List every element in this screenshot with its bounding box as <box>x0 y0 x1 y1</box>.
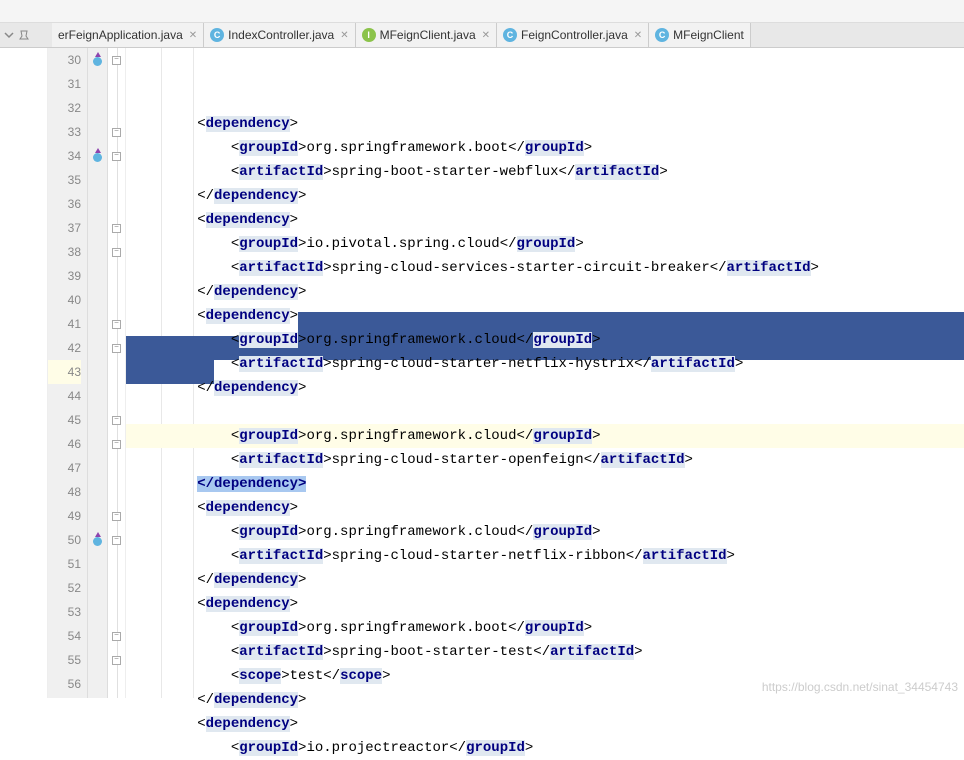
fold-open-icon[interactable]: − <box>112 152 121 161</box>
code-line[interactable]: <dependency> <box>126 112 964 136</box>
code-line[interactable]: </dependency> <box>126 568 964 592</box>
fold-open-icon[interactable]: − <box>112 656 121 665</box>
editor-tabs: erFeignApplication.java ✕ C IndexController… <box>0 23 964 48</box>
editor-tab[interactable]: C FeignController.java ✕ <box>497 23 649 47</box>
tab-label: MFeignClient <box>673 28 744 42</box>
tab-label: erFeignApplication.java <box>58 28 183 42</box>
fold-close-icon[interactable]: − <box>112 416 121 425</box>
fold-close-icon[interactable]: − <box>112 224 121 233</box>
line-number: 32 <box>48 96 81 120</box>
fold-close-icon[interactable]: − <box>112 512 121 521</box>
override-icon[interactable] <box>92 534 104 546</box>
fold-open-icon[interactable]: − <box>112 56 121 65</box>
code-area[interactable]: <dependency> <groupId>org.springframewor… <box>126 48 964 698</box>
line-number: 46 <box>48 432 81 456</box>
code-line[interactable]: </dependency> <box>126 472 964 496</box>
code-line[interactable]: <groupId>org.springframework.cloud</grou… <box>126 424 964 448</box>
line-number: 40 <box>48 288 81 312</box>
line-number: 50 <box>48 528 81 552</box>
line-number: 55 <box>48 648 81 672</box>
tab-label: IndexController.java <box>228 28 334 42</box>
code-line[interactable]: <artifactId>spring-cloud-starter-netflix… <box>126 544 964 568</box>
code-line[interactable]: <dependency> <box>126 712 964 736</box>
tabs-left-controls <box>4 29 52 41</box>
code-line[interactable]: <dependency> <box>126 400 964 424</box>
line-number: 39 <box>48 264 81 288</box>
line-number: 38 <box>48 240 81 264</box>
line-number: 30 <box>48 48 81 72</box>
line-number: 31 <box>48 72 81 96</box>
class-icon: C <box>210 28 224 42</box>
line-number: 37 <box>48 216 81 240</box>
override-icon[interactable] <box>92 54 104 66</box>
line-number: 47 <box>48 456 81 480</box>
editor-tab[interactable]: C MFeignClient <box>649 23 751 47</box>
class-icon: C <box>503 28 517 42</box>
fold-open-icon[interactable]: − <box>112 440 121 449</box>
line-number: 42 <box>48 336 81 360</box>
override-icon[interactable] <box>92 150 104 162</box>
line-number: 33 <box>48 120 81 144</box>
code-line[interactable]: <artifactId>spring-cloud-services-starte… <box>126 256 964 280</box>
line-number: 48 <box>48 480 81 504</box>
editor-area[interactable]: 3031323334353637383940414243444546474849… <box>0 48 964 698</box>
top-toolbar-area <box>0 0 964 23</box>
line-number: 49 <box>48 504 81 528</box>
code-line[interactable]: <groupId>org.springframework.boot</group… <box>126 616 964 640</box>
code-line[interactable]: <groupId>org.springframework.cloud</grou… <box>126 520 964 544</box>
interface-icon: I <box>362 28 376 42</box>
code-line[interactable]: </dependency> <box>126 280 964 304</box>
fold-gutter[interactable]: − − − − − − − − − − − − − <box>108 48 126 698</box>
watermark: https://blog.csdn.net/sinat_34454743 <box>762 680 958 694</box>
code-line[interactable]: <groupId>org.springframework.boot</group… <box>126 136 964 160</box>
pin-icon[interactable] <box>18 29 30 41</box>
code-line[interactable]: </dependency> <box>126 184 964 208</box>
tab-label: MFeignClient.java <box>380 28 476 42</box>
code-line[interactable]: <groupId>org.springframework.cloud</grou… <box>126 328 964 352</box>
code-line[interactable]: <groupId>io.pivotal.spring.cloud</groupI… <box>126 232 964 256</box>
class-icon: C <box>655 28 669 42</box>
code-line[interactable]: <dependency> <box>126 208 964 232</box>
line-number: 51 <box>48 552 81 576</box>
line-number: 52 <box>48 576 81 600</box>
code-line[interactable]: <dependency> <box>126 304 964 328</box>
editor-tab[interactable]: C IndexController.java ✕ <box>204 23 355 47</box>
code-line[interactable]: <dependency> <box>126 592 964 616</box>
line-number: 54 <box>48 624 81 648</box>
icon-gutter <box>88 48 108 698</box>
editor-tab[interactable]: I MFeignClient.java ✕ <box>356 23 497 47</box>
editor-tab[interactable]: erFeignApplication.java ✕ <box>52 23 204 47</box>
code-line[interactable]: </dependency> <box>126 376 964 400</box>
line-number-gutter: 3031323334353637383940414243444546474849… <box>48 48 88 698</box>
fold-close-icon[interactable]: − <box>112 128 121 137</box>
close-icon[interactable]: ✕ <box>634 30 642 41</box>
fold-close-icon[interactable]: − <box>112 632 121 641</box>
code-line[interactable]: <artifactId>spring-boot-starter-webflux<… <box>126 160 964 184</box>
fold-close-icon[interactable]: − <box>112 320 121 329</box>
chevron-down-icon[interactable] <box>4 30 14 40</box>
line-number: 35 <box>48 168 81 192</box>
fold-open-icon[interactable]: − <box>112 344 121 353</box>
close-icon[interactable]: ✕ <box>482 30 490 41</box>
line-number: 43 <box>48 360 81 384</box>
close-icon[interactable]: ✕ <box>340 30 348 41</box>
line-number: 53 <box>48 600 81 624</box>
left-margin <box>0 48 48 698</box>
code-line[interactable]: <artifactId>spring-cloud-starter-openfei… <box>126 448 964 472</box>
line-number: 36 <box>48 192 81 216</box>
line-number: 34 <box>48 144 81 168</box>
line-number: 41 <box>48 312 81 336</box>
tab-label: FeignController.java <box>521 28 628 42</box>
fold-open-icon[interactable]: − <box>112 536 121 545</box>
fold-open-icon[interactable]: − <box>112 248 121 257</box>
close-icon[interactable]: ✕ <box>189 30 197 41</box>
line-number: 44 <box>48 384 81 408</box>
code-line[interactable]: <artifactId>spring-boot-starter-test</ar… <box>126 640 964 664</box>
code-line[interactable]: <dependency> <box>126 496 964 520</box>
tabs-container: erFeignApplication.java ✕ C IndexController… <box>52 23 751 47</box>
line-number: 56 <box>48 672 81 696</box>
code-line[interactable]: <artifactId>spring-cloud-starter-netflix… <box>126 352 964 376</box>
code-line[interactable]: <groupId>io.projectreactor</groupId> <box>126 736 964 760</box>
line-number: 45 <box>48 408 81 432</box>
